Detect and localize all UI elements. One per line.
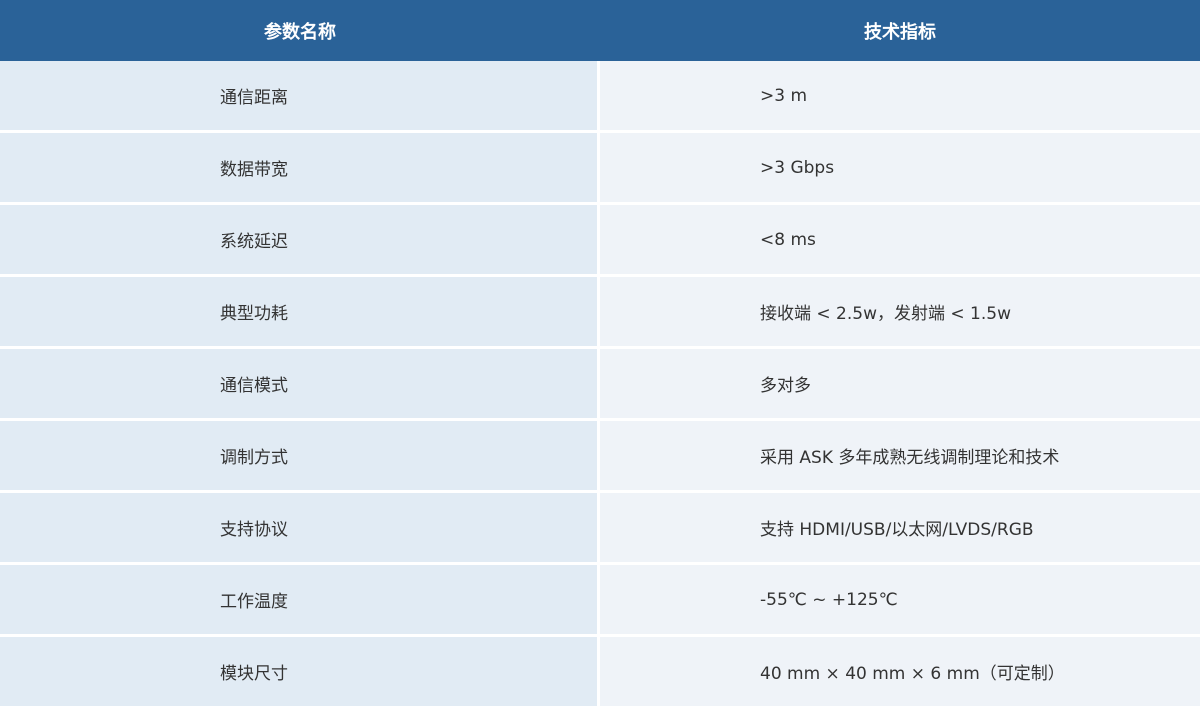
header-row: 参数名称 技术指标 xyxy=(0,0,1200,61)
param-name-cell: 工作温度 xyxy=(0,565,600,637)
spec-table: 参数名称 技术指标 通信距离 >3 m 数据带宽 >3 Gbps 系统延迟 <8… xyxy=(0,0,1200,709)
table-row: 工作温度 -55℃ ~ +125℃ xyxy=(0,565,1200,637)
table-body: 通信距离 >3 m 数据带宽 >3 Gbps 系统延迟 <8 ms 典型功耗 接… xyxy=(0,61,1200,709)
param-value-cell: <8 ms xyxy=(600,205,1200,277)
param-name-cell: 数据带宽 xyxy=(0,133,600,205)
param-value-cell: 多对多 xyxy=(600,349,1200,421)
table-row: 通信距离 >3 m xyxy=(0,61,1200,133)
param-value-cell: >3 m xyxy=(600,61,1200,133)
table-row: 支持协议 支持 HDMI/USB/以太网/LVDS/RGB xyxy=(0,493,1200,565)
param-name-cell: 通信距离 xyxy=(0,61,600,133)
param-name-cell: 调制方式 xyxy=(0,421,600,493)
header-param-name: 参数名称 xyxy=(0,0,600,61)
param-name-cell: 模块尺寸 xyxy=(0,637,600,709)
table-row: 模块尺寸 40 mm × 40 mm × 6 mm（可定制） xyxy=(0,637,1200,709)
header-spec: 技术指标 xyxy=(600,0,1200,61)
table-row: 调制方式 采用 ASK 多年成熟无线调制理论和技术 xyxy=(0,421,1200,493)
param-value-cell: 采用 ASK 多年成熟无线调制理论和技术 xyxy=(600,421,1200,493)
param-value-cell: -55℃ ~ +125℃ xyxy=(600,565,1200,637)
param-name-cell: 系统延迟 xyxy=(0,205,600,277)
param-value-cell: >3 Gbps xyxy=(600,133,1200,205)
param-value-cell: 40 mm × 40 mm × 6 mm（可定制） xyxy=(600,637,1200,709)
table-row: 数据带宽 >3 Gbps xyxy=(0,133,1200,205)
param-value-cell: 支持 HDMI/USB/以太网/LVDS/RGB xyxy=(600,493,1200,565)
table-row: 系统延迟 <8 ms xyxy=(0,205,1200,277)
table-row: 典型功耗 接收端 < 2.5w，发射端 < 1.5w xyxy=(0,277,1200,349)
param-name-cell: 支持协议 xyxy=(0,493,600,565)
param-value-cell: 接收端 < 2.5w，发射端 < 1.5w xyxy=(600,277,1200,349)
table-row: 通信模式 多对多 xyxy=(0,349,1200,421)
param-name-cell: 通信模式 xyxy=(0,349,600,421)
table-header: 参数名称 技术指标 xyxy=(0,0,1200,61)
param-name-cell: 典型功耗 xyxy=(0,277,600,349)
